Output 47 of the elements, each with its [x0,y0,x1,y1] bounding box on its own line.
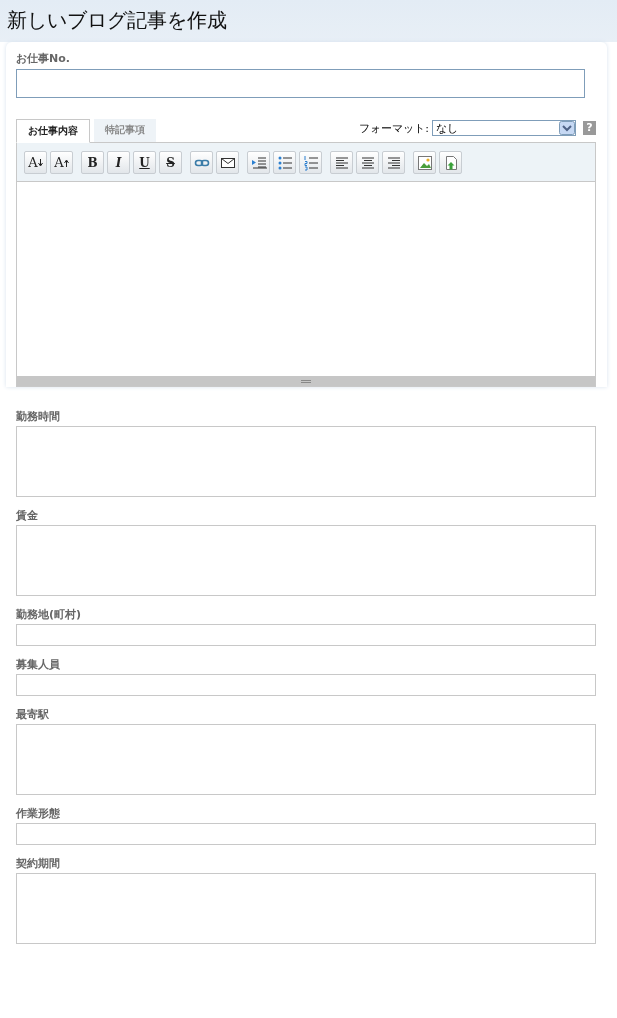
field-label: 契約期間 [16,857,61,871]
numbered-list-button[interactable] [299,151,322,174]
align-right-button[interactable] [382,151,405,174]
bold-button[interactable]: B [81,151,104,174]
input-field[interactable] [16,823,596,845]
strikethrough-button[interactable]: S [159,151,182,174]
field-label: 賃金 [16,509,39,523]
field-label: 募集人員 [16,658,61,672]
resize-handle[interactable] [17,376,595,386]
italic-button[interactable]: I [107,151,130,174]
numbered-list-icon [302,154,319,171]
file-upload-button[interactable] [439,151,462,174]
align-right-icon [385,154,402,171]
align-center-button[interactable] [356,151,379,174]
format-dropdown[interactable]: なし [432,120,576,136]
indent-icon [250,154,267,171]
align-center-icon [359,154,376,171]
field-label: 勤務時間 [16,410,61,424]
text-area[interactable] [16,724,596,795]
input-field[interactable] [16,674,596,696]
bulleted-list-icon [276,154,293,171]
down-arrow-icon [37,158,43,167]
field-label: 作業形態 [16,807,61,821]
input-field[interactable] [16,69,585,98]
text-area[interactable] [16,525,596,596]
envelope-button[interactable] [216,151,239,174]
tab[interactable]: お仕事内容 [16,119,90,143]
grip-icon [301,379,311,383]
text-area[interactable] [16,426,596,497]
indent-button[interactable] [247,151,270,174]
align-left-button[interactable] [330,151,353,174]
input-field[interactable] [16,624,596,646]
page-title: 新しいブログ記事を作成 [7,7,228,34]
link-button[interactable] [190,151,213,174]
field-label: 最寄駅 [16,708,50,722]
image-button[interactable] [413,151,436,174]
underline-button[interactable]: U [133,151,156,174]
increase-font-button[interactable]: A [50,151,73,174]
up-arrow-icon [63,158,69,167]
text-area[interactable] [16,873,596,944]
bulleted-list-button[interactable] [273,151,296,174]
field-label: お仕事No. [16,52,71,66]
align-left-icon [333,154,350,171]
field-label: 勤務地(町村) [16,608,83,622]
decrease-font-button[interactable]: A [24,151,47,174]
format-label: フォーマット: [359,120,429,136]
image-icon [416,154,433,171]
